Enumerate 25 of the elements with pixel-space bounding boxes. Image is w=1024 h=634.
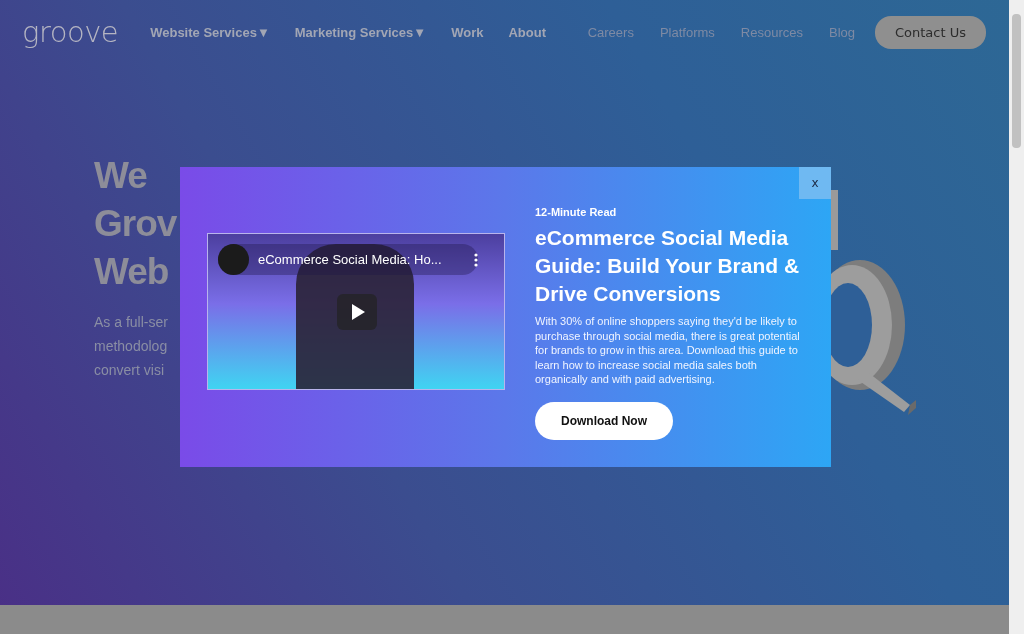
- hero-text: As a full-ser: [94, 313, 168, 332]
- nav-link[interactable]: Marketing Services▼: [294, 24, 427, 40]
- nav-link[interactable]: Resources: [740, 24, 803, 40]
- hero-heading: Web: [94, 250, 169, 294]
- close-button[interactable]: x: [799, 167, 831, 199]
- contact-button[interactable]: Contact Us: [875, 15, 986, 49]
- modal-description: With 30% of online shoppers saying they'd be likely to purchase through social media, there is great potential for brands to grow in this area. Download this guide to learn how to increase social media sales both organically and with paid advertising.: [535, 314, 801, 387]
- nav-link[interactable]: Careers: [587, 24, 634, 40]
- hero-text: convert visi: [94, 361, 165, 380]
- scrollbar[interactable]: [1009, 0, 1024, 634]
- logo[interactable]: groove: [22, 15, 119, 49]
- nav-link[interactable]: Work: [451, 24, 484, 40]
- modal-title: eCommerce Social Media Guide: Build Your Brand & Drive Conversions: [535, 225, 801, 307]
- nav-link[interactable]: About: [508, 24, 546, 40]
- video-player[interactable]: eCommerce Social Media: Ho...: [207, 233, 505, 390]
- hero-heading: Grov: [94, 202, 177, 246]
- more-icon[interactable]: [474, 252, 478, 267]
- play-icon[interactable]: [337, 294, 377, 330]
- hero-text: methodolog: [94, 337, 168, 356]
- read-time: 12-Minute Read: [535, 206, 618, 218]
- hero-heading: We: [94, 154, 147, 198]
- nav-link[interactable]: Blog: [828, 24, 855, 40]
- nav-link[interactable]: Platforms: [659, 24, 715, 40]
- download-button[interactable]: Download Now: [535, 401, 673, 440]
- nav-link[interactable]: Website Services▼: [150, 24, 270, 40]
